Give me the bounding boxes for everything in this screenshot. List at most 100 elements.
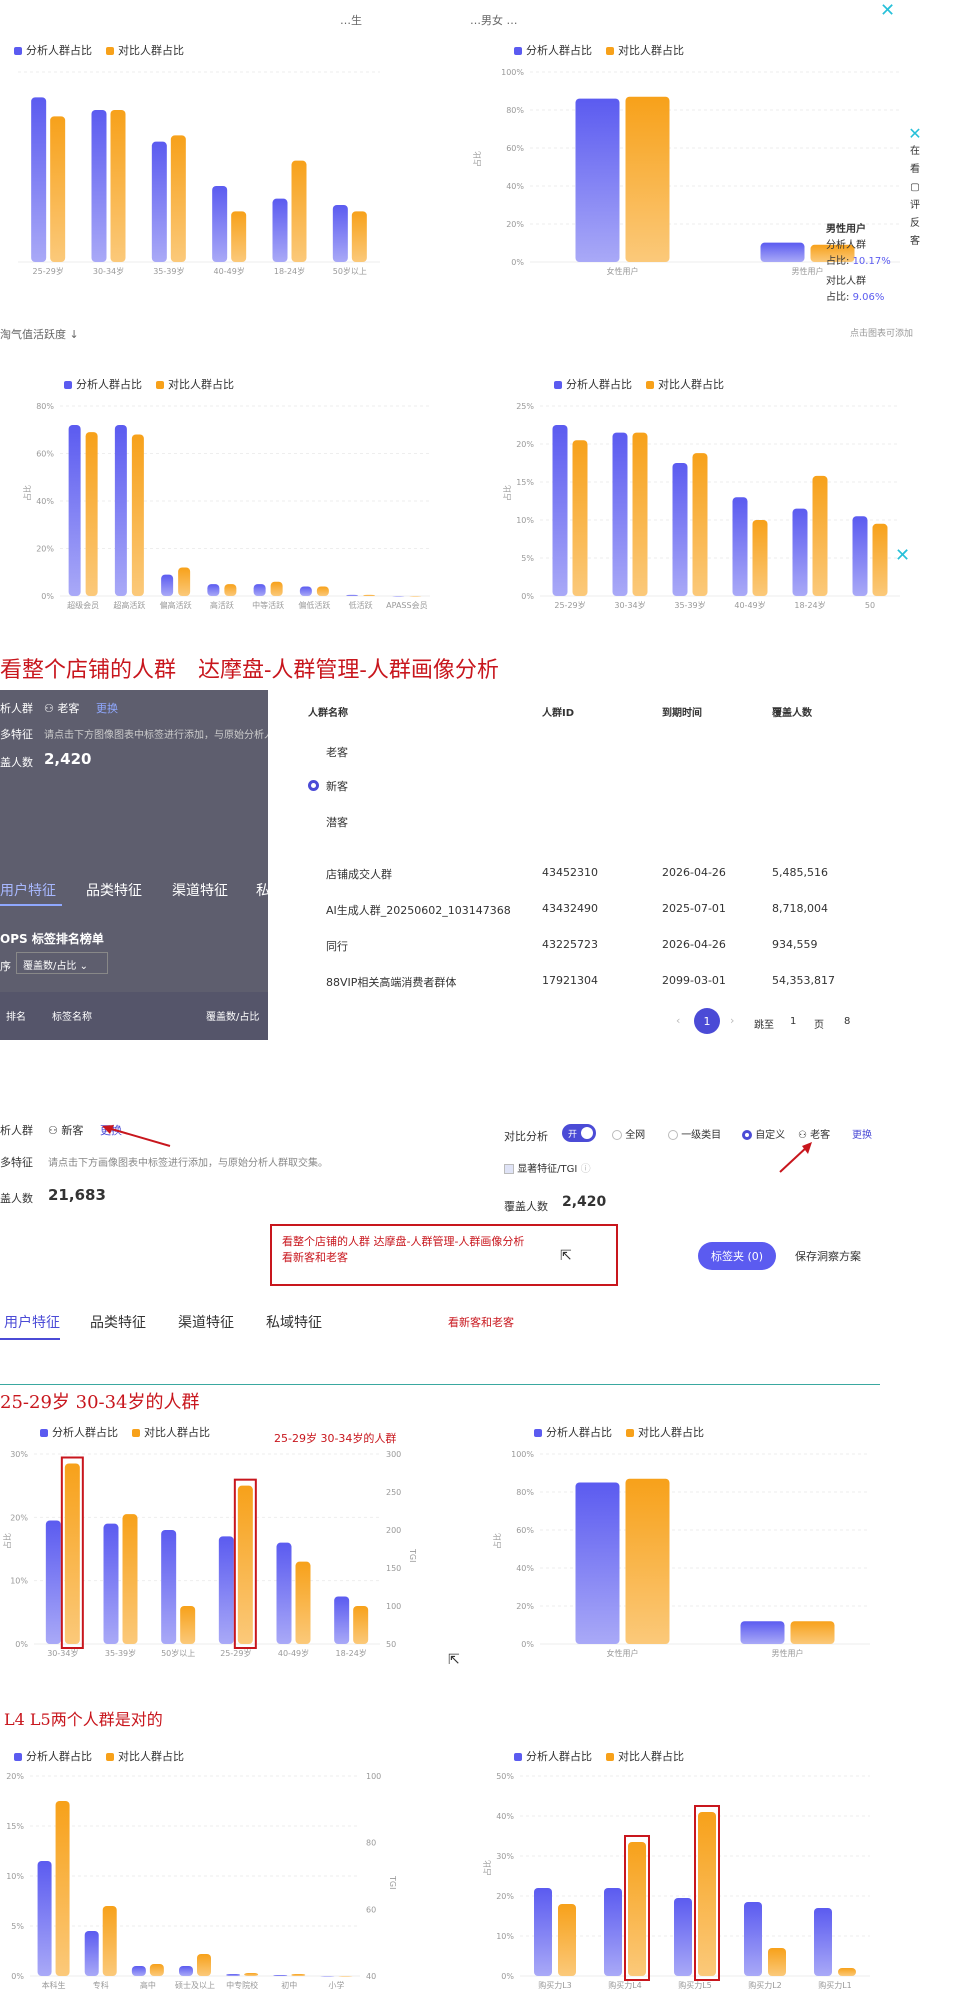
bar-analysis [672, 463, 688, 596]
tab-channel-features[interactable]: 渠道特征 [178, 1312, 234, 1332]
page-1-button[interactable]: 1 [694, 1008, 720, 1034]
chart-gender-compare[interactable]: 0% 20% 40% 60% 80% 100% 占比女性用户 男性用户 [490, 1444, 890, 1664]
bar-compare [110, 110, 126, 262]
panel-features-text: 请点击下方图像图表中标签进行添加，与原始分析人 [44, 730, 268, 741]
bar-analysis [334, 1596, 350, 1644]
x-tick-label: 25-29岁 [220, 1648, 251, 1658]
side-help-widget[interactable]: ✕ 在 看 ▢ 评 反 客 [905, 125, 925, 251]
x-tick-label: 30-34岁 [614, 600, 645, 610]
x-tick-label: 购买力L4 [608, 1980, 642, 1990]
bar-compare [122, 1514, 138, 1644]
click-hint: 点击图表可添加 [850, 329, 914, 339]
legend-item-analysis[interactable]: 分析人群占比 [534, 1424, 612, 1440]
tab-user-features[interactable]: 用户特征 [4, 1312, 60, 1332]
compare-change-link[interactable]: 更换 [852, 1126, 872, 1141]
legend-item-compare[interactable]: 对比人群占比 [626, 1424, 704, 1440]
legend-item-analysis[interactable]: 分析人群占比 [14, 1748, 92, 1764]
bar-analysis [612, 432, 628, 596]
x-tick-label: 小学 [328, 1980, 344, 1990]
legend-item-analysis[interactable]: 分析人群占比 [64, 376, 142, 392]
y-tick-label: 30% [496, 1852, 514, 1861]
go-button[interactable]: 8 [844, 1016, 850, 1027]
panel-tab-category[interactable]: 品类特征 [86, 880, 142, 900]
y2-tick-label: 60 [366, 1905, 376, 1914]
chart-activity-level[interactable]: 0% 20% 40% 60% 80% 占比超级会员 超高活跃 偏高活跃 高活跃 中等活跃 偏低活跃 低… [20, 396, 440, 616]
table-row[interactable]: 新客 [326, 778, 348, 794]
panel-change-link[interactable]: 更换 [96, 700, 118, 716]
legend-item-compare[interactable]: 对比人群占比 [156, 376, 234, 392]
prev-page-icon[interactable]: ‹ [676, 1014, 680, 1027]
legend-item-analysis[interactable]: 分析人群占比 [554, 376, 632, 392]
x-tick-label: 40-49岁 [214, 266, 245, 276]
bar-compare [244, 1973, 259, 1976]
save-insight-button[interactable]: 保存洞察方案 [786, 1242, 870, 1270]
chart-age-compare[interactable]: 0% 10% 20% 30% 50 100 150 200 250 300 TGI 占比 30-34岁 3… [0, 1444, 420, 1664]
legend-item-compare[interactable]: 对比人群占比 [606, 1748, 684, 1764]
table-row-name[interactable]: 88VIP相关高端消费者群体 [326, 974, 456, 990]
legend-item-analysis[interactable]: 分析人群占比 [14, 42, 92, 58]
annotation-line: 看整个店铺的人群 达摩盘-人群管理-人群画像分析 [282, 1235, 525, 1248]
tab-private-features[interactable]: 私域特征 [266, 1312, 322, 1332]
y2-tick-label: 250 [386, 1488, 401, 1497]
chart-age-distribution[interactable]: 25-29岁 30-34岁 35-39岁 40-49岁 18-24岁 50岁以上 [0, 62, 390, 282]
bar-analysis [37, 1861, 52, 1976]
bar-analysis [161, 1530, 177, 1644]
activity-section-label[interactable]: 淘气值活跃度 ↓ [0, 326, 79, 342]
active-tab-indicator [0, 904, 62, 906]
radio-custom[interactable]: 自定义 [742, 1126, 785, 1141]
next-page-icon[interactable]: › [730, 1014, 734, 1027]
bar-compare [838, 1968, 856, 1976]
bar-analysis [272, 198, 288, 262]
legend-item-compare[interactable]: 对比人群占比 [106, 1748, 184, 1764]
x-tick-label: 购买力L1 [818, 1980, 852, 1990]
legend-chart8: 分析人群占比 对比人群占比 [514, 1748, 684, 1764]
legend-item-compare[interactable]: 对比人群占比 [132, 1424, 210, 1440]
bar-compare [692, 453, 708, 596]
panel-tab-user[interactable]: 用户特征 [0, 880, 56, 900]
panel-sort-select[interactable]: 覆盖数/占比 ⌄ [16, 952, 108, 974]
table-row-name[interactable]: AI生成人群_20250602_103147368 [326, 902, 511, 918]
legend-item-compare[interactable]: 对比人群占比 [646, 376, 724, 392]
panel-list-title: OPS 标签排名榜单 [0, 932, 104, 946]
radio-category[interactable]: 一级类目 [668, 1126, 721, 1141]
compare-toggle[interactable]: 开 [562, 1124, 596, 1142]
y-tick-label: 0% [15, 1640, 28, 1649]
legend-item-compare[interactable]: 对比人群占比 [606, 42, 684, 58]
legend-item-compare[interactable]: 对比人群占比 [106, 42, 184, 58]
radio-all-network[interactable]: 全网 [612, 1126, 645, 1141]
page-input[interactable]: 1 [790, 1016, 796, 1027]
tgi-checkbox[interactable]: 显著特征/TGI ⓘ [504, 1160, 591, 1175]
legend-item-analysis[interactable]: 分析人群占比 [40, 1424, 118, 1440]
legend-item-analysis[interactable]: 分析人群占比 [514, 1748, 592, 1764]
bar-analysis [218, 1536, 234, 1644]
table-row-expire: 2025-07-01 [662, 902, 726, 915]
user-icon: ⚇ [48, 1124, 58, 1137]
table-row-expire: 2099-03-01 [662, 974, 726, 987]
tab-category-features[interactable]: 品类特征 [90, 1312, 146, 1332]
bar-compare [270, 581, 283, 596]
table-row-name[interactable]: 店铺成交人群 [326, 866, 392, 882]
help-icon: ⓘ [580, 1164, 591, 1175]
panel-tab-channel[interactable]: 渠道特征 [172, 880, 228, 900]
bar-compare [291, 1974, 306, 1976]
chart-purchasing-power[interactable]: 0% 10% 20% 30% 40% 50% 占比购买力L3 购买力L4 购买力L5 购买力L2 购… [480, 1766, 880, 2000]
chart-age-distribution-2[interactable]: 0% 5% 10% 15% 20% 25% 占比 25-29岁 30-34岁 35-39岁 40-4… [500, 396, 910, 616]
tag-folder-button[interactable]: 标签夹 (0) [698, 1242, 776, 1270]
bar-compare [102, 1906, 117, 1976]
jump-label: 跳至 [754, 1020, 774, 1031]
legend-item-analysis[interactable]: 分析人群占比 [514, 42, 592, 58]
y-tick-label: 5% [521, 554, 534, 563]
x-tick-label: 男性用户 [772, 1648, 804, 1658]
table-row[interactable]: 潜客 [326, 814, 348, 830]
table-row-expire: 2026-04-26 [662, 938, 726, 951]
radio-selected[interactable] [308, 780, 319, 791]
y-tick-label: 40% [496, 1812, 514, 1821]
table-row[interactable]: 老客 [326, 744, 348, 760]
bar-compare [698, 1812, 716, 1976]
bar-compare [170, 135, 186, 262]
bar-analysis [161, 574, 174, 596]
bar-analysis [179, 1966, 193, 1976]
panel-tab-private[interactable]: 私 [256, 880, 270, 900]
table-row-name[interactable]: 同行 [326, 938, 348, 954]
chart-education[interactable]: 0% 5% 10% 15% 20% 40 60 80 100 TGI 本科生 专科 高中 硕士及以上 中专院… [0, 1766, 400, 2000]
